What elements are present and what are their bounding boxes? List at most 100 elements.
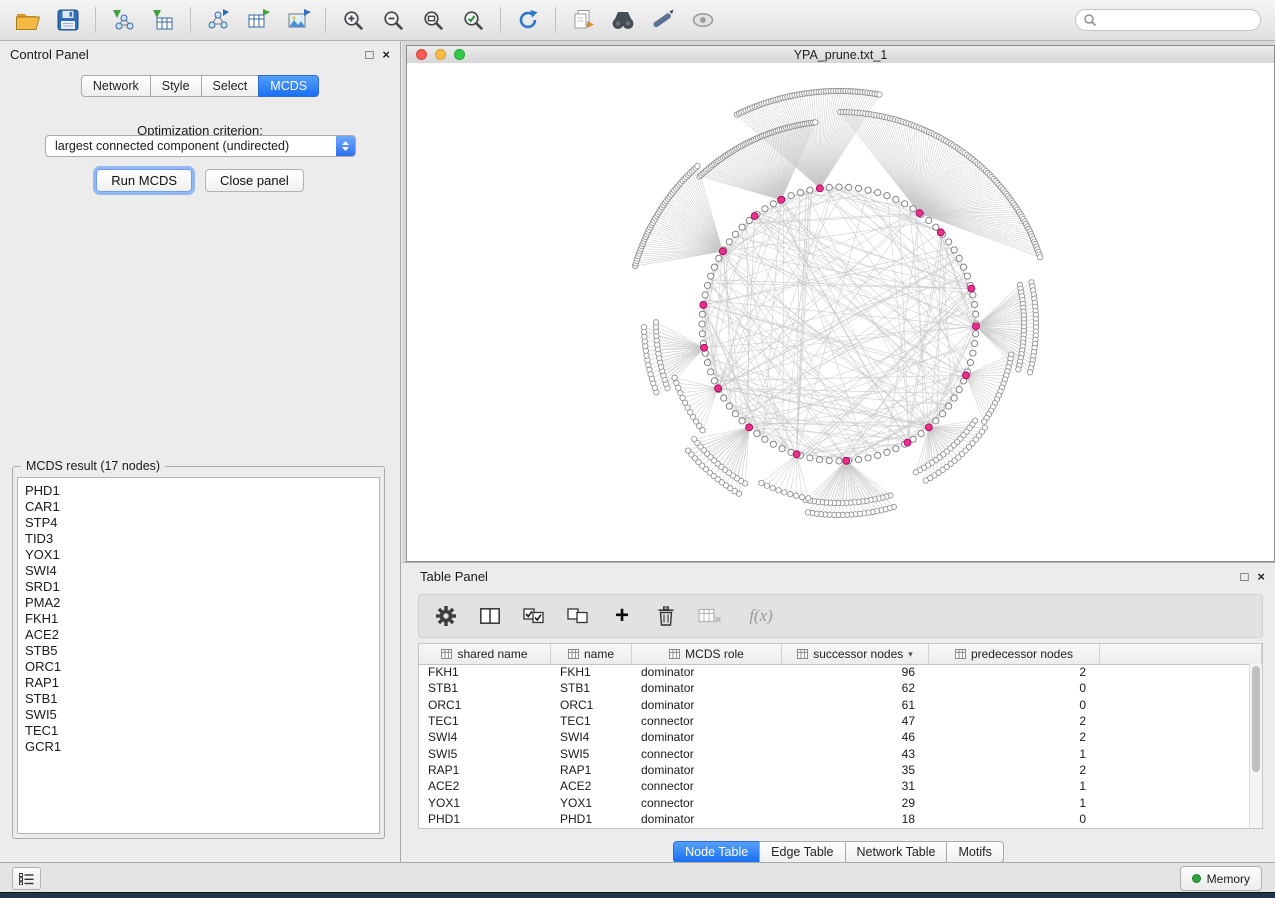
mcds-hub-node[interactable] [701, 344, 708, 351]
network-node[interactable] [1027, 370, 1032, 375]
table-row[interactable]: YOX1YOX1connector291 [419, 794, 1250, 810]
network-node[interactable] [793, 493, 798, 498]
show-hide-columns-button[interactable] [473, 600, 507, 632]
mcds-hub-node[interactable] [963, 372, 970, 379]
zoom-in-button[interactable] [333, 4, 373, 36]
network-node[interactable] [678, 390, 683, 395]
run-mcds-button[interactable]: Run MCDS [96, 169, 192, 192]
network-node[interactable] [746, 217, 752, 223]
mcds-result-item[interactable]: PHD1 [25, 483, 379, 499]
network-node[interactable] [641, 324, 646, 329]
network-node[interactable] [913, 470, 918, 475]
network-node[interactable] [933, 224, 939, 230]
network-node[interactable] [695, 164, 700, 169]
network-node[interactable] [973, 311, 979, 317]
network-node[interactable] [699, 331, 705, 337]
search-input[interactable] [1101, 10, 1260, 30]
network-node[interactable] [704, 359, 710, 365]
first-neighbors-button[interactable] [603, 4, 643, 36]
network-node[interactable] [699, 311, 705, 317]
table-row[interactable]: ACE2ACE2connector311 [419, 778, 1250, 794]
mcds-result-item[interactable]: YOX1 [25, 547, 379, 563]
network-node[interactable] [779, 446, 785, 452]
add-row-button[interactable]: + [605, 600, 639, 632]
network-node[interactable] [1037, 254, 1042, 259]
network-node[interactable] [951, 395, 957, 401]
table-row[interactable]: SWI5SWI5connector431 [419, 745, 1250, 761]
network-canvas[interactable] [407, 63, 1274, 561]
table-tab-edge-table[interactable]: Edge Table [759, 841, 845, 863]
zoom-selected-button[interactable] [453, 4, 493, 36]
network-node[interactable] [704, 282, 710, 288]
mcds-hub-node[interactable] [904, 439, 911, 446]
network-node[interactable] [970, 292, 976, 298]
network-node[interactable] [711, 264, 717, 270]
show-graphics-details-button[interactable] [683, 4, 723, 36]
show-panels-button[interactable] [12, 867, 41, 890]
mcds-result-item[interactable]: STB5 [25, 643, 379, 659]
network-node[interactable] [754, 431, 760, 437]
network-node[interactable] [893, 196, 899, 202]
table-tab-motifs[interactable]: Motifs [946, 841, 1003, 863]
network-node[interactable] [721, 395, 727, 401]
float-panel-icon[interactable]: □ [366, 48, 374, 61]
network-node[interactable] [788, 491, 793, 496]
network-node[interactable] [711, 378, 717, 384]
mcds-hub-node[interactable] [843, 457, 850, 464]
mcds-hub-node[interactable] [937, 229, 944, 236]
mcds-hub-node[interactable] [968, 285, 975, 292]
network-node[interactable] [946, 239, 952, 245]
network-node[interactable] [877, 92, 882, 97]
table-row[interactable]: ORC1ORC1dominator610 [419, 697, 1250, 713]
network-node[interactable] [956, 255, 962, 261]
mcds-result-item[interactable]: RAP1 [25, 675, 379, 691]
network-node[interactable] [653, 320, 658, 325]
network-node[interactable] [910, 206, 916, 212]
table-row[interactable]: RAP1RAP1dominator352 [419, 762, 1250, 778]
mcds-result-item[interactable]: PMA2 [25, 595, 379, 611]
network-node[interactable] [797, 189, 803, 195]
tab-mcds[interactable]: MCDS [258, 75, 319, 97]
column-header-name[interactable]: name [551, 644, 632, 664]
network-node[interactable] [846, 184, 852, 190]
mcds-hub-node[interactable] [972, 323, 979, 330]
network-node[interactable] [874, 452, 880, 458]
optimization-criterion-dropdown[interactable]: largest connected component (undirected) [45, 135, 356, 157]
network-node[interactable] [799, 494, 804, 499]
mcds-result-item[interactable]: TEC1 [25, 723, 379, 739]
network-node[interactable] [702, 292, 708, 298]
mcds-hub-node[interactable] [746, 424, 753, 431]
column-settings-button[interactable] [429, 600, 463, 632]
table-row[interactable]: FKH1FKH1dominator962 [419, 664, 1250, 680]
zoom-out-button[interactable] [373, 4, 413, 36]
network-node[interactable] [732, 411, 738, 417]
table-vertical-scrollbar[interactable] [1249, 664, 1262, 828]
network-node[interactable] [893, 446, 899, 452]
network-node[interactable] [807, 187, 813, 193]
mcds-hub-node[interactable] [751, 213, 758, 220]
table-row[interactable]: SWI4SWI4dominator462 [419, 729, 1250, 745]
table-tab-network-table[interactable]: Network Table [845, 841, 948, 863]
network-node[interactable] [970, 350, 976, 356]
network-node[interactable] [939, 411, 945, 417]
mcds-hub-node[interactable] [719, 248, 726, 255]
mcds-result-item[interactable]: SRD1 [25, 579, 379, 595]
network-node[interactable] [874, 189, 880, 195]
column-header-MCDS-role[interactable]: MCDS role [632, 644, 782, 664]
network-node[interactable] [770, 485, 775, 490]
table-row[interactable]: PHD1PHD1dominator180 [419, 811, 1250, 827]
network-node[interactable] [726, 239, 732, 245]
export-image-button[interactable] [278, 4, 318, 36]
table-row[interactable]: TEC1TEC1connector472 [419, 713, 1250, 729]
network-node[interactable] [770, 441, 776, 447]
network-node[interactable] [865, 455, 871, 461]
tab-style[interactable]: Style [150, 75, 202, 97]
deselect-all-rows-button[interactable] [561, 600, 595, 632]
mcds-result-item[interactable]: STP4 [25, 515, 379, 531]
export-table-button[interactable] [238, 4, 278, 36]
network-node[interactable] [708, 273, 714, 279]
memory-button[interactable]: Memory [1180, 866, 1262, 891]
delete-rows-button[interactable] [649, 600, 683, 632]
column-header-predecessor-nodes[interactable]: predecessor nodes [929, 644, 1100, 664]
mcds-result-item[interactable]: ACE2 [25, 627, 379, 643]
